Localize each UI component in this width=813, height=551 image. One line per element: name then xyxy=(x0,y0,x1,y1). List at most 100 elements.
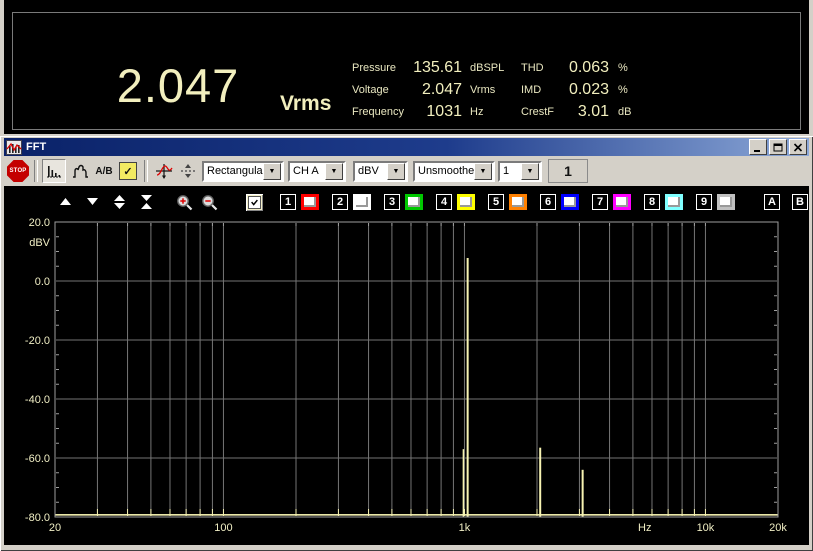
checkbox-check-icon xyxy=(248,196,261,209)
maximize-icon xyxy=(773,143,783,152)
channel-select[interactable]: CH A▼ xyxy=(288,161,346,182)
close-button[interactable] xyxy=(789,139,807,155)
reading-unit: % xyxy=(609,84,639,96)
scale-down-button[interactable] xyxy=(85,194,99,210)
chevron-down-icon[interactable]: ▼ xyxy=(474,163,492,180)
y-axis-unit: dBV xyxy=(29,237,50,249)
y-tick-label: -60.0 xyxy=(25,453,50,465)
x-tick-label: 20 xyxy=(49,522,61,534)
curve-color-swatch[interactable] xyxy=(457,194,475,210)
close-icon xyxy=(793,143,803,152)
reading-value: 3.01 xyxy=(564,103,609,121)
readings-grid: Pressure135.61dBSPLTHD0.063%Voltage2.047… xyxy=(352,57,639,123)
fft-plot[interactable]: 20.00.0-20.0-40.0-60.0-80.0dBV201001kHz1… xyxy=(4,186,809,545)
chevron-down-icon[interactable]: ▼ xyxy=(325,163,343,180)
chevron-down-icon[interactable]: ▼ xyxy=(521,163,539,180)
fft-window-select[interactable]: Rectangular▼ xyxy=(202,161,284,182)
curve-color-swatch[interactable] xyxy=(509,194,527,210)
zoom-out-icon xyxy=(201,194,218,211)
scale-compress-button[interactable] xyxy=(139,194,153,210)
plot-client-area: 20.00.0-20.0-40.0-60.0-80.0dBV201001kHz1… xyxy=(4,186,809,545)
meter-panel: 2.047 Vrms Pressure135.61dBSPLTHD0.063% V… xyxy=(4,0,809,134)
y-unit-select[interactable]: dBV▼ xyxy=(353,161,408,182)
toolbar-separator xyxy=(144,160,148,182)
curve-number-button[interactable]: 3 xyxy=(384,194,400,210)
y-tick-label: 20.0 xyxy=(29,217,50,229)
y-tick-label: -80.0 xyxy=(25,512,50,524)
combo-value: Rectangular xyxy=(204,165,263,177)
memory-a-button[interactable]: A xyxy=(764,194,780,210)
combo-value: CH A xyxy=(290,165,325,177)
toolbar: STOP A/B ✓ xyxy=(4,157,809,185)
chevron-down-icon[interactable]: ▼ xyxy=(387,163,405,180)
curve-color-swatch[interactable] xyxy=(301,194,319,210)
waveform-button[interactable] xyxy=(68,159,92,183)
zoom-in-button[interactable] xyxy=(176,194,193,211)
smoothing-select[interactable]: Unsmoothed▼ xyxy=(413,161,495,182)
curve-color-swatch[interactable] xyxy=(665,194,683,210)
scale-up-button[interactable] xyxy=(58,194,72,210)
y-tick-label: -20.0 xyxy=(25,335,50,347)
y-tick-label: -40.0 xyxy=(25,394,50,406)
curve-color-swatch[interactable] xyxy=(405,194,423,210)
y-tick-label: 0.0 xyxy=(35,276,50,288)
scale-expand-button[interactable] xyxy=(112,194,126,210)
zoom-buttons xyxy=(176,194,226,211)
stop-button[interactable]: STOP xyxy=(7,160,29,182)
x-tick-label: 100 xyxy=(214,522,232,534)
reading-label: Voltage xyxy=(352,84,412,96)
combo-value: Unsmoothed xyxy=(415,165,474,177)
spectrum-trace xyxy=(55,258,778,517)
curve-color-swatch[interactable] xyxy=(613,194,631,210)
plot-header: 1 2 3 4 5 6 7 8 9 AB xyxy=(4,194,809,212)
checklist-icon: ✓ xyxy=(119,162,137,180)
curve-color-swatch[interactable] xyxy=(717,194,735,210)
ab-compare-button[interactable]: A/B xyxy=(92,159,116,183)
curve-color-swatch[interactable] xyxy=(353,194,371,210)
memory-b-button[interactable]: B xyxy=(792,194,808,210)
minimize-button[interactable] xyxy=(749,139,767,155)
measurement-settings-button[interactable]: ✓ xyxy=(116,159,140,183)
axis-labels: 20.00.0-20.0-40.0-60.0-80.0dBV201001kHz1… xyxy=(25,217,787,534)
curve-number-button[interactable]: 7 xyxy=(592,194,608,210)
spectrum-peak xyxy=(463,449,465,517)
triangle-down-icon xyxy=(86,194,99,210)
marker-button[interactable] xyxy=(152,159,176,183)
reading-value: 1031 xyxy=(412,103,462,121)
zoom-in-icon xyxy=(176,194,193,211)
curve-number-button[interactable]: 1 xyxy=(280,194,296,210)
chevron-down-icon[interactable]: ▼ xyxy=(263,163,281,180)
curve-number-button[interactable]: 6 xyxy=(540,194,556,210)
fft-display-button[interactable] xyxy=(42,159,66,183)
maximize-button[interactable] xyxy=(769,139,787,155)
toolbar-separator xyxy=(34,160,38,182)
reading-label: Pressure xyxy=(352,62,412,74)
axis-ticks xyxy=(56,223,778,516)
curve-slot-bar: 1 2 3 4 5 6 7 8 9 AB xyxy=(280,194,813,210)
reading-row: Frequency1031HzCrestF3.01dB xyxy=(352,101,639,123)
averages-select[interactable]: 1▼ xyxy=(498,161,542,182)
reading-label: THD xyxy=(512,62,564,74)
curve-number-button[interactable]: 2 xyxy=(332,194,348,210)
reading-value: 135.61 xyxy=(412,59,462,77)
reading-unit: dB xyxy=(609,106,639,118)
curve-color-swatch[interactable] xyxy=(561,194,579,210)
average-count-display: 1 xyxy=(548,159,588,183)
combo-value: 1 xyxy=(500,165,521,177)
reading-unit: % xyxy=(609,62,639,74)
main-reading-unit: Vrms xyxy=(280,92,331,116)
main-reading-value: 2.047 xyxy=(88,58,268,113)
zoom-out-button[interactable] xyxy=(201,194,218,211)
curve-number-button[interactable]: 8 xyxy=(644,194,660,210)
reading-row: Pressure135.61dBSPLTHD0.063% xyxy=(352,57,639,79)
titlebar: FFT xyxy=(4,138,809,156)
delta-marker-button[interactable] xyxy=(176,159,200,183)
curve-number-button[interactable]: 5 xyxy=(488,194,504,210)
curve-number-button[interactable]: 9 xyxy=(696,194,712,210)
fft-bars-icon xyxy=(45,162,63,180)
curve-number-button[interactable]: 4 xyxy=(436,194,452,210)
active-curve-checkbox[interactable] xyxy=(246,194,263,211)
spectrum-peak xyxy=(582,470,584,517)
window-controls xyxy=(747,139,807,155)
waveform-icon xyxy=(71,162,90,180)
